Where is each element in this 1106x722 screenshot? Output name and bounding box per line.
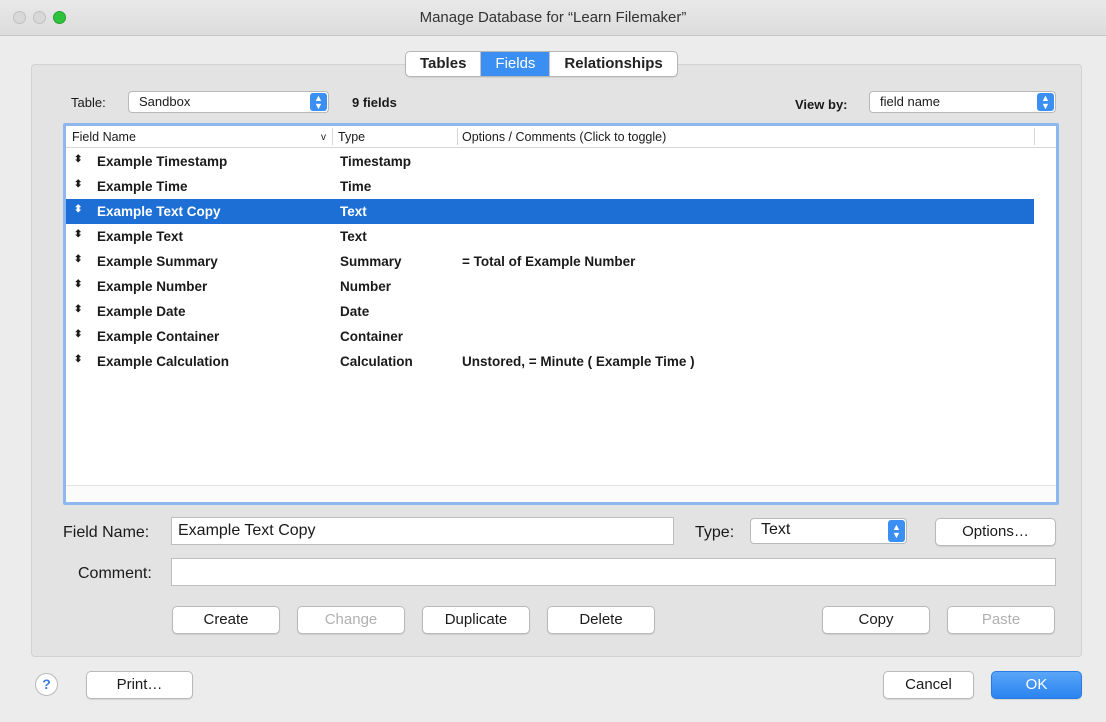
column-divider [1034,128,1035,145]
field-row-name: Example Text Copy [97,204,221,219]
field-row-type: Summary [340,254,402,269]
list-header: Field Name v Type Options / Comments (Cl… [66,126,1056,148]
tab-tables[interactable]: Tables [406,52,482,76]
column-header-type[interactable]: Type [338,130,365,144]
column-header-field-name[interactable]: Field Name [72,130,136,144]
field-row-type: Date [340,304,370,319]
paste-button[interactable]: Paste [947,606,1055,634]
chevron-updown-icon: ▲ ▼ [1037,93,1054,111]
help-button[interactable]: ? [35,673,58,696]
drag-handle-icon[interactable]: ⬍ [74,254,82,265]
field-row[interactable]: ⬍ Example Timestamp Timestamp [66,149,1034,174]
field-count: 9 fields [352,95,397,110]
field-row-options: = Total of Example Number [462,254,636,269]
field-row-name: Example Calculation [97,354,230,369]
create-button[interactable]: Create [172,606,280,634]
delete-button[interactable]: Delete [547,606,655,634]
field-row[interactable]: ⬍ Example Text Text [66,224,1034,249]
drag-handle-icon[interactable]: ⬍ [74,279,82,290]
field-row-name: Example Number [97,279,208,294]
column-divider [332,128,333,145]
chevron-updown-icon: ▲ ▼ [888,520,905,542]
field-name-label: Field Name: [63,524,150,541]
type-select-value: Text [761,521,791,538]
field-row-type: Text [340,229,367,244]
tab-relationships[interactable]: Relationships [550,52,676,76]
field-row[interactable]: ⬍ Example Container Container [66,324,1034,349]
drag-handle-icon[interactable]: ⬍ [74,154,82,165]
view-by-label: View by: [795,97,848,112]
field-row-options: Unstored, = Minute ( Example Time ) [462,354,695,369]
view-by-value: field name [880,94,940,109]
comment-input[interactable] [171,558,1056,586]
field-row-type: Calculation [340,354,413,369]
field-row-name: Example Container [97,329,220,344]
field-row-type: Container [340,329,404,344]
drag-handle-icon[interactable]: ⬍ [74,354,82,365]
field-row-name: Example Date [97,304,186,319]
type-select[interactable]: Text ▲ ▼ [750,518,907,544]
field-row-type: Number [340,279,392,294]
drag-handle-icon[interactable]: ⬍ [74,229,82,240]
chevron-updown-icon: ▲ ▼ [310,93,327,111]
field-row-name: Example Timestamp [97,154,228,169]
drag-handle-icon[interactable]: ⬍ [74,179,82,190]
type-label: Type: [695,524,735,541]
tab-fields[interactable]: Fields [481,52,551,76]
field-row[interactable]: ⬍ Example Time Time [66,174,1034,199]
field-row-name: Example Text [97,229,184,244]
field-row-name: Example Time [97,179,188,194]
print-button[interactable]: Print… [86,671,193,699]
field-row-selected[interactable]: ⬍ Example Text Copy Text [66,199,1034,224]
table-label: Table: [71,95,106,110]
change-button[interactable]: Change [297,606,405,634]
title-bar: Manage Database for “Learn Filemaker” [0,0,1106,36]
sort-chevron-icon: v [321,132,326,143]
tab-bar: Tables Fields Relationships [405,51,678,77]
field-row-type: Timestamp [340,154,412,169]
field-row-type: Time [340,179,372,194]
copy-button[interactable]: Copy [822,606,930,634]
list-horizontal-scrollbar[interactable] [66,485,1056,502]
cancel-button[interactable]: Cancel [883,671,974,699]
drag-handle-icon[interactable]: ⬍ [74,304,82,315]
column-divider [457,128,458,145]
field-row[interactable]: ⬍ Example Number Number [66,274,1034,299]
field-row[interactable]: ⬍ Example Calculation Calculation Unstor… [66,349,1034,374]
duplicate-button[interactable]: Duplicate [422,606,530,634]
options-button[interactable]: Options… [935,518,1056,546]
drag-handle-icon[interactable]: ⬍ [74,329,82,340]
field-row[interactable]: ⬍ Example Summary Summary = Total of Exa… [66,249,1034,274]
table-select[interactable]: Sandbox ▲ ▼ [128,91,329,113]
column-header-options[interactable]: Options / Comments (Click to toggle) [462,130,666,144]
field-row-type: Text [340,204,367,219]
ok-button[interactable]: OK [991,671,1082,699]
view-by-select[interactable]: field name ▲ ▼ [869,91,1056,113]
field-list[interactable]: Field Name v Type Options / Comments (Cl… [63,123,1059,505]
comment-label: Comment: [78,565,152,582]
field-row[interactable]: ⬍ Example Date Date [66,299,1034,324]
table-select-value: Sandbox [139,94,191,109]
field-name-input[interactable]: Example Text Copy [171,517,674,545]
window-title: Manage Database for “Learn Filemaker” [419,9,687,26]
field-row-name: Example Summary [97,254,218,269]
drag-handle-icon[interactable]: ⬍ [74,204,82,215]
